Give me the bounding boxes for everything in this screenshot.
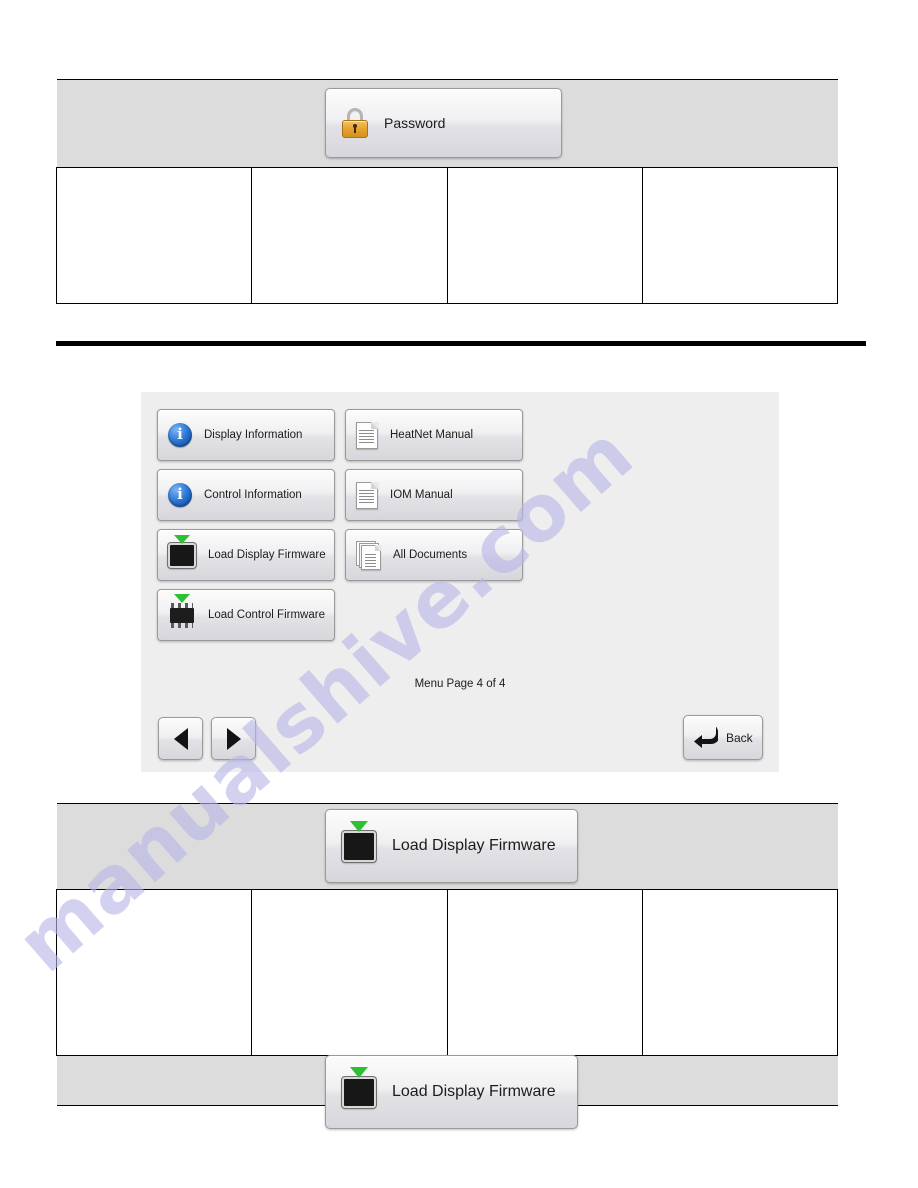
menu-item-iom-manual[interactable]: IOM Manual [345,469,523,521]
back-arrow-icon [692,725,720,749]
menu-item-label: Load Control Firmware [208,609,325,621]
display-firmware-icon [168,534,196,568]
table-row [55,889,839,1056]
table-cell [446,889,643,1056]
table-row [55,167,839,304]
load-display-firmware-label: Load Display Firmware [392,837,556,854]
menu-item-all-documents[interactable]: All Documents [345,529,523,581]
menu-item-label: IOM Manual [390,489,453,501]
chevron-right-icon [226,727,241,750]
hmi-menu-screen: Display Information Control Information … [141,392,779,772]
section-divider [56,341,866,346]
load-display-firmware-label: Load Display Firmware [392,1083,556,1100]
chevron-left-icon [173,727,188,750]
menu-left-column: Display Information Control Information … [157,409,335,649]
menu-item-load-control-firmware[interactable]: Load Control Firmware [157,589,335,641]
back-button[interactable]: Back [683,715,763,760]
info-icon [168,423,192,447]
menu-item-label: Display Information [204,429,303,441]
table-cell [641,889,839,1056]
table-cell [251,889,448,1056]
menu-item-label: Control Information [204,489,302,501]
password-button[interactable]: Password [325,88,562,158]
menu-item-display-information[interactable]: Display Information [157,409,335,461]
menu-item-load-display-firmware[interactable]: Load Display Firmware [157,529,335,581]
previous-page-button[interactable] [158,717,203,760]
password-button-label: Password [384,115,446,131]
chip-firmware-icon [168,593,196,628]
load-display-firmware-button-top[interactable]: Load Display Firmware [325,809,578,883]
menu-item-heatnet-manual[interactable]: HeatNet Manual [345,409,523,461]
display-firmware-icon [342,820,376,862]
next-page-button[interactable] [211,717,256,760]
menu-right-column: HeatNet Manual IOM Manual All Documents [345,409,523,589]
menu-item-label: Load Display Firmware [208,549,326,561]
info-icon [168,483,192,507]
load-display-firmware-button-bottom[interactable]: Load Display Firmware [325,1055,578,1129]
document-icon [356,481,378,509]
table-cell [251,167,448,304]
display-firmware-icon [342,1066,376,1108]
menu-item-control-information[interactable]: Control Information [157,469,335,521]
table-cell [55,889,253,1056]
table-cell [55,167,253,304]
menu-page-indicator: Menu Page 4 of 4 [414,678,506,690]
documents-stack-icon [356,540,381,570]
menu-item-label: All Documents [393,549,468,561]
lock-icon [342,108,368,138]
table-cell [641,167,839,304]
menu-item-label: HeatNet Manual [390,429,474,441]
back-button-label: Back [726,730,753,745]
table-cell [446,167,643,304]
document-icon [356,421,378,449]
